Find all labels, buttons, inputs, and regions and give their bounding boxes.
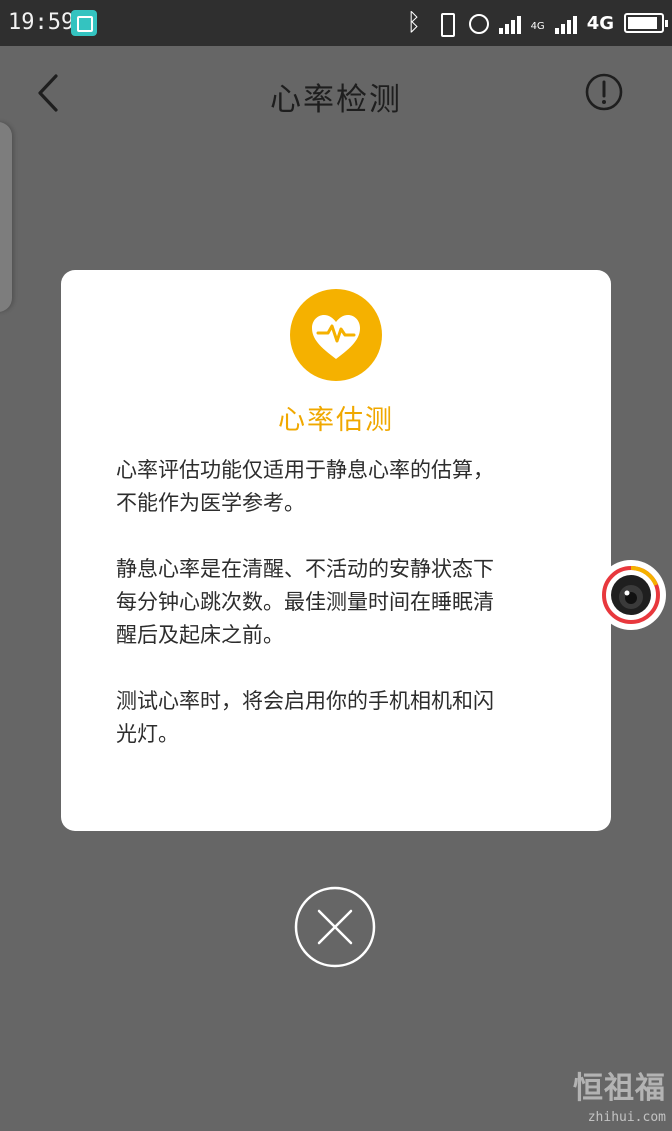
dialog-line: 醒后及起床之前。: [116, 623, 284, 647]
close-button[interactable]: [294, 886, 376, 968]
screenshot-icon: [71, 10, 97, 36]
watermark-logo: 恒祖福 zhihui.com: [548, 1065, 666, 1125]
camera-lens-icon: [602, 566, 660, 624]
side-drawer-handle[interactable]: [0, 122, 12, 312]
battery-icon: [624, 13, 668, 33]
page-title: 心率检测: [270, 82, 402, 118]
exclamation-circle-icon[interactable]: [584, 72, 624, 112]
dialog-paragraph: 静息心率是在清醒、不活动的安静状态下 每分钟心跳次数。最佳测量时间在睡眠清 醒后…: [116, 553, 576, 652]
alarm-icon: [467, 11, 489, 35]
dialog-body: 心率评估功能仅适用于静息心率的估算， 不能作为医学参考。 静息心率是在清醒、不活…: [116, 454, 576, 784]
dialog-line: 光灯。: [116, 722, 179, 746]
dialog-paragraph: 测试心率时，将会启用你的手机相机和闪 光灯。: [116, 685, 576, 751]
status-bar: 19:59 4G 4G: [0, 0, 672, 46]
vibrate-icon: [435, 11, 457, 37]
bluetooth-icon: [403, 8, 425, 36]
network-type-label: 4G: [586, 12, 614, 34]
close-icon: [294, 886, 376, 968]
watermark-text: 恒祖福: [573, 1071, 666, 1106]
watermark-url: zhihui.com: [587, 1110, 666, 1125]
battery-level: [628, 17, 658, 29]
dialog-line: 每分钟心跳次数。最佳测量时间在睡眠清: [116, 590, 494, 614]
nav-bar: 心率检测: [0, 46, 672, 138]
dialog-line: 不能作为医学参考。: [116, 491, 305, 515]
signal-icon: [554, 12, 577, 34]
floating-camera-button[interactable]: [596, 560, 666, 630]
dialog-line: 静息心率是在清醒、不活动的安静状态下: [116, 557, 494, 581]
status-time: 19:59: [8, 10, 75, 35]
dialog-paragraph: 心率评估功能仅适用于静息心率的估算， 不能作为医学参考。: [116, 454, 576, 520]
signal-icon: [498, 12, 521, 34]
network-type-small: 4G: [530, 20, 545, 32]
info-dialog: 心率估测 心率评估功能仅适用于静息心率的估算， 不能作为医学参考。 静息心率是在…: [61, 270, 611, 831]
dialog-line: 测试心率时，将会启用你的手机相机和闪: [116, 689, 494, 713]
dialog-line: 心率评估功能仅适用于静息心率的估算，: [116, 458, 494, 482]
status-icons: 4G 4G: [403, 8, 668, 38]
heart-pulse-icon: [290, 289, 382, 381]
dialog-title: 心率估测: [278, 405, 394, 436]
